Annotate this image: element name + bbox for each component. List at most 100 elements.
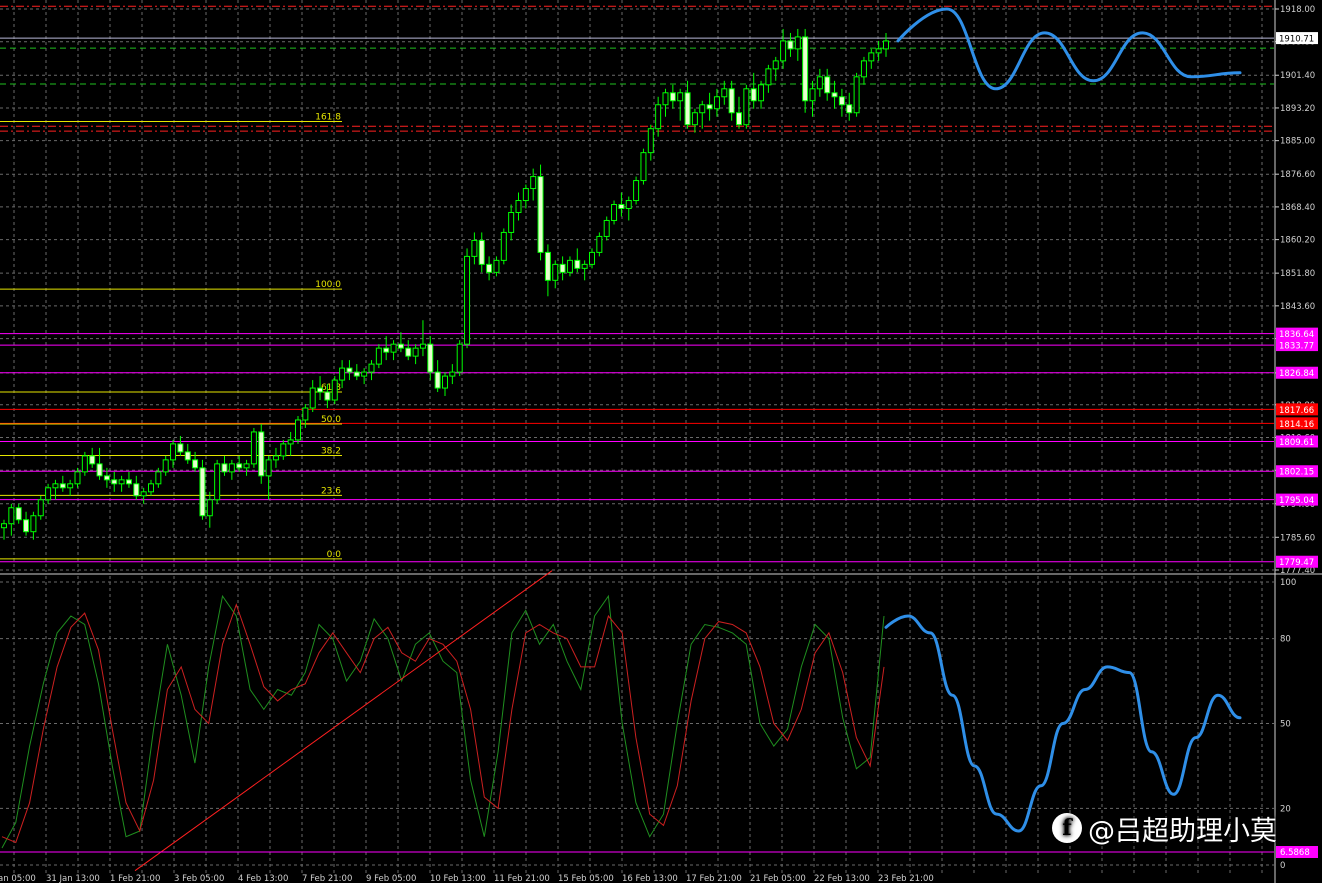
candle-body <box>265 459 272 477</box>
candle-body <box>52 483 59 489</box>
candle-body <box>419 343 426 349</box>
fib-label: 161.8 <box>315 113 341 123</box>
price-tick-label: 1885.00 <box>1280 137 1315 147</box>
candle-body <box>317 387 324 393</box>
candle-body <box>522 188 529 202</box>
candle-body <box>30 515 37 533</box>
candle-body <box>162 459 169 473</box>
candle-body <box>243 463 250 469</box>
price-forecast-path <box>896 7 1242 91</box>
candle-body <box>537 176 544 253</box>
oscillator-trendline <box>134 570 553 872</box>
candle-body <box>67 483 74 489</box>
candle-body <box>140 491 147 497</box>
time-tick-label: 23 Feb 21:00 <box>878 874 934 883</box>
candle-body <box>574 259 581 269</box>
candle-body <box>589 251 595 265</box>
candle-body <box>743 88 750 126</box>
chart-canvas[interactable]: 161.8 100.0 61.8 50.0 38.2 23.6 0.0 1918.00 190… <box>0 0 1322 883</box>
candle-body <box>721 88 728 98</box>
fib-label: 23.6 <box>321 486 341 496</box>
candle-body <box>581 263 588 269</box>
time-tick-label: 31 Jan 13:00 <box>46 874 100 883</box>
price-tick-label: 1851.80 <box>1280 269 1315 279</box>
level-tag-label: 1795.04 <box>1279 496 1314 506</box>
candle-body <box>530 176 537 190</box>
candle-body <box>228 463 235 473</box>
candle-body <box>883 40 889 50</box>
time-tick-label: 21 Feb 05:00 <box>750 874 806 883</box>
candle-body <box>170 443 177 461</box>
candle-body <box>706 104 713 110</box>
candle-body <box>199 467 206 517</box>
candle-body <box>206 499 213 517</box>
candle-body <box>331 379 338 401</box>
candle-body <box>442 375 448 389</box>
level-tag-label: 1836.64 <box>1279 330 1314 340</box>
candle-body <box>508 211 515 233</box>
candle-body <box>794 36 801 50</box>
candle-body <box>625 200 632 210</box>
price-tick-label: 1785.60 <box>1280 533 1315 543</box>
candle-body <box>302 407 309 421</box>
candle-body <box>375 347 382 365</box>
oscillator-tick-label: 50 <box>1280 720 1291 730</box>
candle-body <box>765 68 772 86</box>
candle-body <box>603 219 610 237</box>
candle-body <box>618 204 625 210</box>
candle-body <box>361 371 368 377</box>
candle-body <box>1 523 7 529</box>
price-tick-label: 1893.20 <box>1280 104 1315 114</box>
candle-body <box>456 343 463 373</box>
watermark-text: @吕超助理小莫 <box>1088 815 1277 847</box>
candle-body <box>192 459 199 469</box>
level-tag-label: 1802.15 <box>1279 468 1314 478</box>
candle-body <box>566 259 573 273</box>
time-tick-label: 17 Feb 21:00 <box>686 874 742 883</box>
candle-body <box>831 92 838 98</box>
candle-body <box>434 371 441 389</box>
forecast-line <box>896 7 1242 91</box>
candle-body <box>250 431 257 465</box>
candle-body <box>544 251 551 281</box>
candle-body <box>736 112 742 126</box>
candle-body <box>37 499 44 517</box>
candle-body <box>280 443 287 457</box>
candle-body <box>74 471 81 485</box>
fib-label: 61.8 <box>321 383 341 393</box>
candle-body <box>838 96 845 106</box>
candle-body <box>633 180 640 202</box>
candle-body <box>596 235 603 253</box>
time-tick-label: 7 Feb 21:00 <box>302 874 352 883</box>
candle-body <box>728 88 735 114</box>
candle-body <box>640 152 647 182</box>
candle-body <box>824 76 831 94</box>
candle-body <box>184 451 191 461</box>
time-tick-label: 16 Feb 13:00 <box>622 874 678 883</box>
candle-body <box>258 431 265 477</box>
candle-body <box>787 40 794 50</box>
facebook-icon: f <box>1052 813 1082 843</box>
candle-body <box>464 255 471 345</box>
candle-body <box>772 60 779 70</box>
time-tick-label: 3 Feb 05:00 <box>174 874 224 883</box>
fib-label: 38.2 <box>321 446 341 456</box>
candle-body <box>368 363 375 373</box>
candle-body <box>684 92 691 126</box>
candle-body <box>780 40 787 62</box>
candle-body <box>111 479 118 485</box>
candle-body <box>868 52 875 62</box>
candle-body <box>148 483 154 493</box>
candle-body <box>750 88 757 102</box>
level-tag-label: 1833.77 <box>1279 342 1314 352</box>
price-tick-label: 1918.00 <box>1280 5 1315 15</box>
price-tick-label: 1860.20 <box>1280 236 1315 246</box>
candle-body <box>471 239 478 257</box>
candle-body <box>486 263 493 273</box>
time-tick-label: 10 Feb 13:00 <box>430 874 486 883</box>
candle-body <box>802 36 809 102</box>
candle-body <box>515 200 522 213</box>
candle-body <box>324 391 331 401</box>
oscillator-forecast-line <box>884 614 1242 833</box>
candle-body <box>177 443 184 453</box>
